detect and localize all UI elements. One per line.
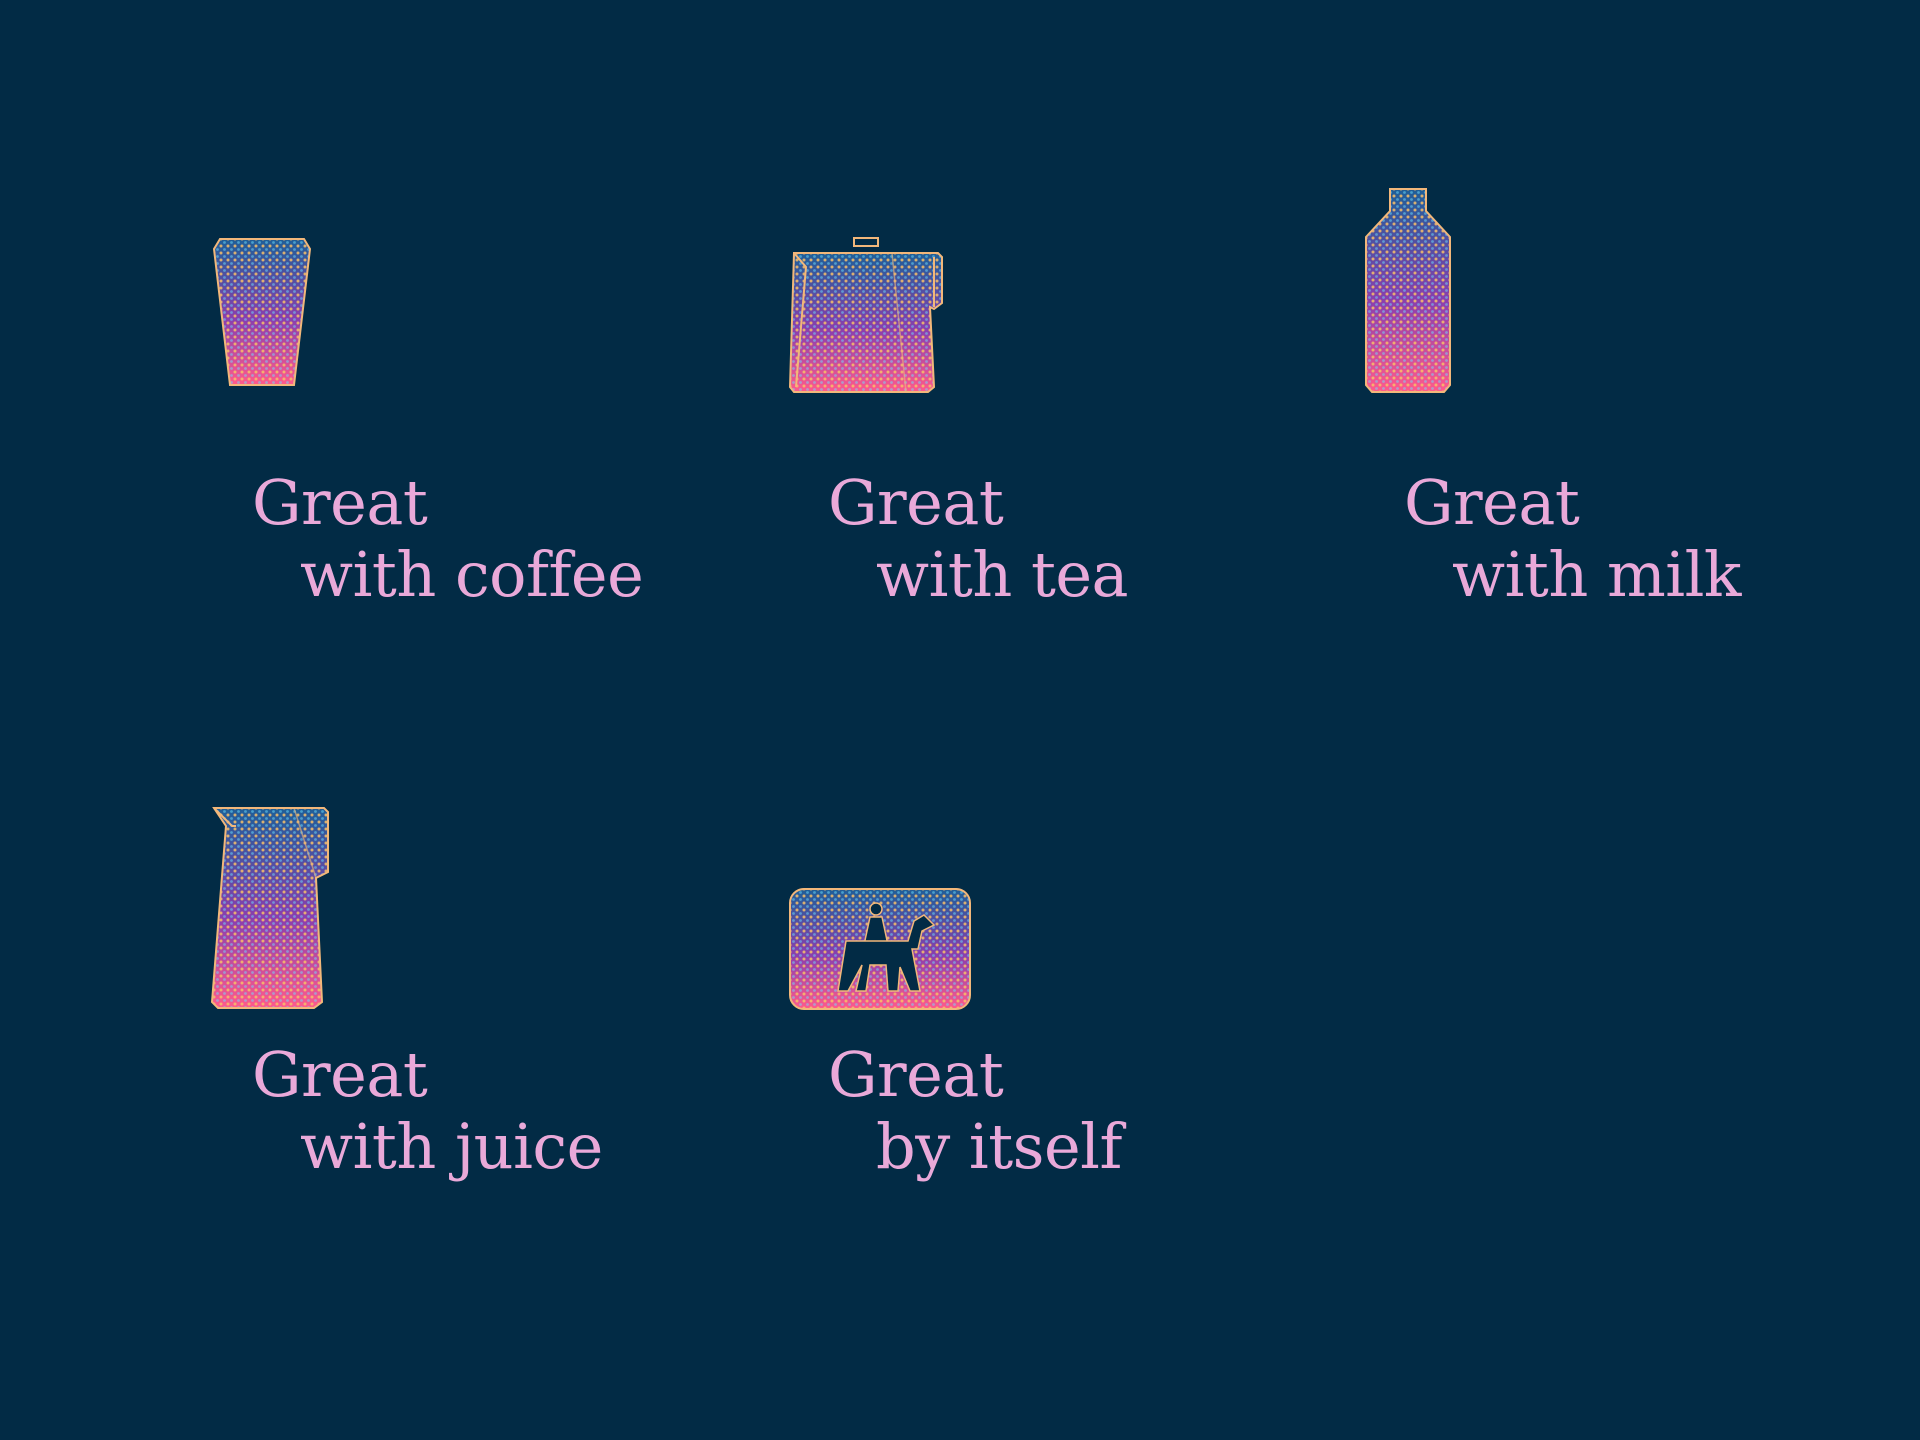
caption-line-2: with juice xyxy=(300,1110,603,1183)
item-tea: Great with tea xyxy=(788,237,1348,637)
item-itself: Great by itself xyxy=(788,809,1348,1209)
item-milk: Great with milk xyxy=(1364,188,1920,637)
bottle-icon xyxy=(1365,188,1451,393)
horse-rider-badge-icon xyxy=(789,888,971,1010)
caption-line-1: Great xyxy=(252,1038,428,1111)
pitcher-icon xyxy=(210,807,329,1009)
caption-line-2: with milk xyxy=(1452,538,1741,611)
caption-line-1: Great xyxy=(828,466,1004,539)
caption: Great by itself xyxy=(828,1039,1122,1183)
caption-line-1: Great xyxy=(252,466,428,539)
caption-line-2: with tea xyxy=(876,538,1129,611)
teapot-icon xyxy=(788,237,943,393)
cup-icon xyxy=(212,238,312,386)
caption-line-1: Great xyxy=(1404,466,1580,539)
caption-line-2: by itself xyxy=(876,1110,1122,1183)
caption: Great with juice xyxy=(252,1039,603,1183)
caption: Great with coffee xyxy=(252,466,644,611)
caption: Great with milk xyxy=(1404,467,1741,611)
caption-line-1: Great xyxy=(828,1038,1004,1111)
item-juice: Great with juice xyxy=(210,807,772,1209)
caption-line-2: with coffee xyxy=(300,538,644,611)
item-coffee: Great with coffee xyxy=(212,237,772,637)
caption: Great with tea xyxy=(828,466,1129,611)
